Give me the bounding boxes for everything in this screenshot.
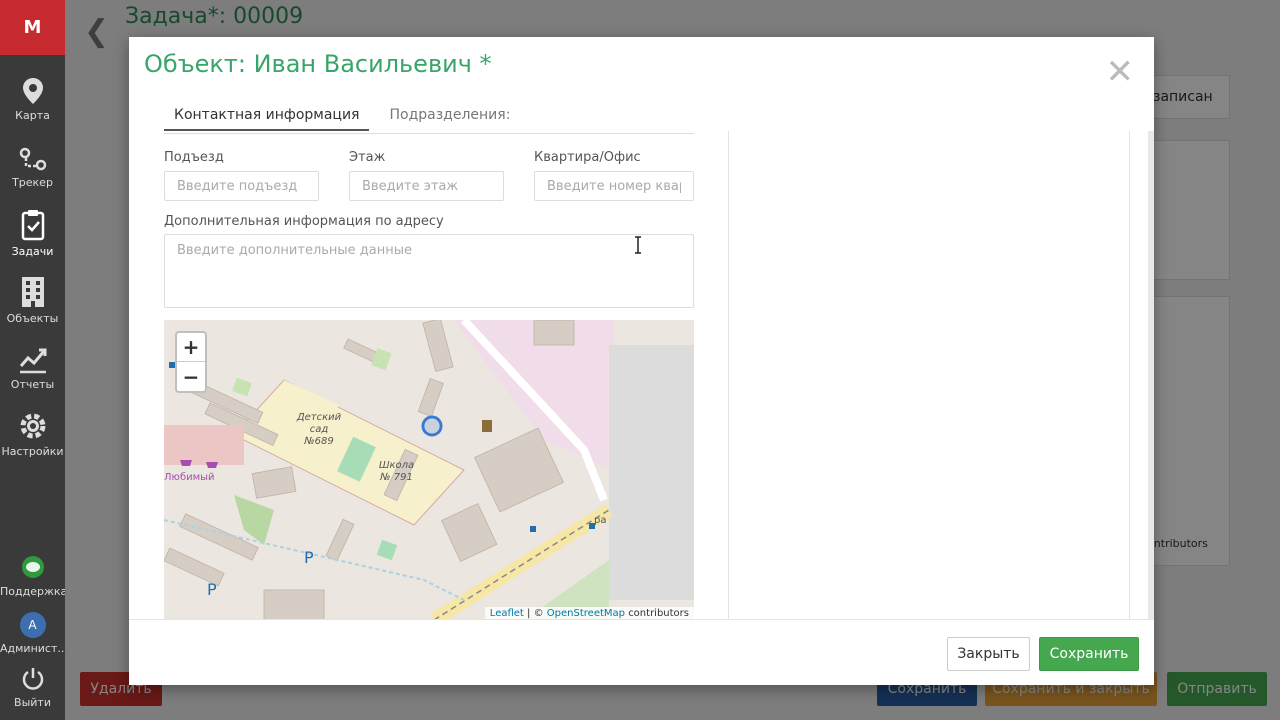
avatar: A (19, 612, 46, 638)
save-button[interactable]: Сохранить (1039, 637, 1139, 671)
sidebar-item-admin[interactable]: A Админист... (0, 612, 68, 655)
modal-body: Подъезд Этаж Квартира/Офис Дополнительна… (129, 131, 1154, 619)
object-modal: Объект: Иван Васильевич * ✕ Контактная и… (129, 37, 1154, 685)
building-icon (21, 277, 44, 307)
extra-info-textarea[interactable] (164, 234, 694, 308)
map-pin-icon (22, 78, 43, 104)
osm-link[interactable]: OpenStreetMap (547, 608, 625, 619)
sidebar-item-label: Админист... (0, 642, 68, 655)
sidebar-item-settings[interactable]: Настройки (0, 411, 65, 458)
modal-scrollbar[interactable] (1148, 131, 1154, 619)
sidebar-item-objects[interactable]: Объекты (0, 276, 65, 325)
contact-form: Подъезд Этаж Квартира/Офис Дополнительна… (147, 131, 729, 619)
sidebar-item-label: Задачи (11, 245, 54, 258)
gear-icon (20, 413, 45, 439)
location-map[interactable]: Детский сад №689 Школа № 791 Любимый P P… (164, 320, 694, 619)
floor-input[interactable] (349, 171, 504, 201)
map-label-road: ра (594, 515, 607, 526)
scrollbar-thumb[interactable] (1148, 131, 1154, 619)
sidebar: M Карта Трекер Задачи Объекты Отчеты Нас… (0, 0, 68, 720)
close-button[interactable]: Закрыть (947, 637, 1030, 671)
modal-tabs: Контактная информация Подразделения: (164, 99, 530, 131)
extra-info-label: Дополнительная информация по адресу (164, 214, 444, 229)
sidebar-item-label: Трекер (12, 176, 53, 189)
sidebar-item-reports[interactable]: Отчеты (0, 346, 65, 391)
map-label-shop: Любимый (164, 472, 215, 483)
sidebar-item-tracker[interactable]: Трекер (0, 146, 65, 189)
sidebar-item-label: Выйти (14, 696, 51, 709)
sidebar-item-label: Отчеты (10, 378, 55, 391)
power-icon (22, 668, 43, 690)
text-cursor-icon (635, 236, 641, 254)
sidebar-item-map[interactable]: Карта (0, 77, 65, 122)
close-icon[interactable]: ✕ (1106, 55, 1135, 89)
tab-departments[interactable]: Подразделения: (379, 99, 520, 131)
sidebar-item-support[interactable]: Поддержка (0, 555, 68, 598)
entrance-input[interactable] (164, 171, 319, 201)
leaflet-link[interactable]: Leaflet (490, 608, 524, 619)
map-zoom-control: + − (175, 331, 207, 393)
app-logo[interactable]: M (0, 0, 65, 55)
map-parking-icon: P (207, 580, 217, 599)
zoom-out-button[interactable]: − (177, 362, 205, 391)
right-column-divider (1129, 131, 1130, 619)
sidebar-item-label: Настройки (1, 445, 64, 458)
sidebar-item-label: Карта (15, 109, 50, 122)
sidebar-item-label: Объекты (6, 312, 59, 325)
entrance-label: Подъезд (164, 150, 224, 165)
modal-footer: Закрыть Сохранить (129, 619, 1154, 685)
floor-label: Этаж (349, 150, 386, 165)
zoom-in-button[interactable]: + (177, 333, 205, 362)
map-parking-icon: P (304, 548, 314, 567)
map-tiles (164, 320, 694, 619)
apartment-label: Квартира/Офис (534, 150, 641, 165)
attribution-text: contributors (628, 608, 689, 619)
sidebar-item-exit[interactable]: Выйти (0, 666, 65, 709)
chat-bubble-icon (21, 556, 44, 578)
divider (164, 133, 694, 134)
route-icon (19, 147, 46, 171)
map-attribution: Leaflet | © OpenStreetMap contributors (484, 607, 694, 619)
apartment-input[interactable] (534, 171, 694, 201)
attribution-separator: | © (527, 608, 544, 619)
tab-contact-info[interactable]: Контактная информация (164, 99, 370, 131)
map-label-kindergarten: Детский сад №689 (296, 412, 342, 447)
sidebar-item-tasks[interactable]: Задачи (0, 209, 65, 258)
map-label-school: Школа № 791 (378, 460, 415, 483)
clipboard-check-icon (21, 210, 44, 241)
sidebar-item-label: Поддержка (0, 585, 68, 598)
chart-icon (19, 348, 46, 374)
modal-title: Объект: Иван Васильевич * (144, 50, 492, 78)
